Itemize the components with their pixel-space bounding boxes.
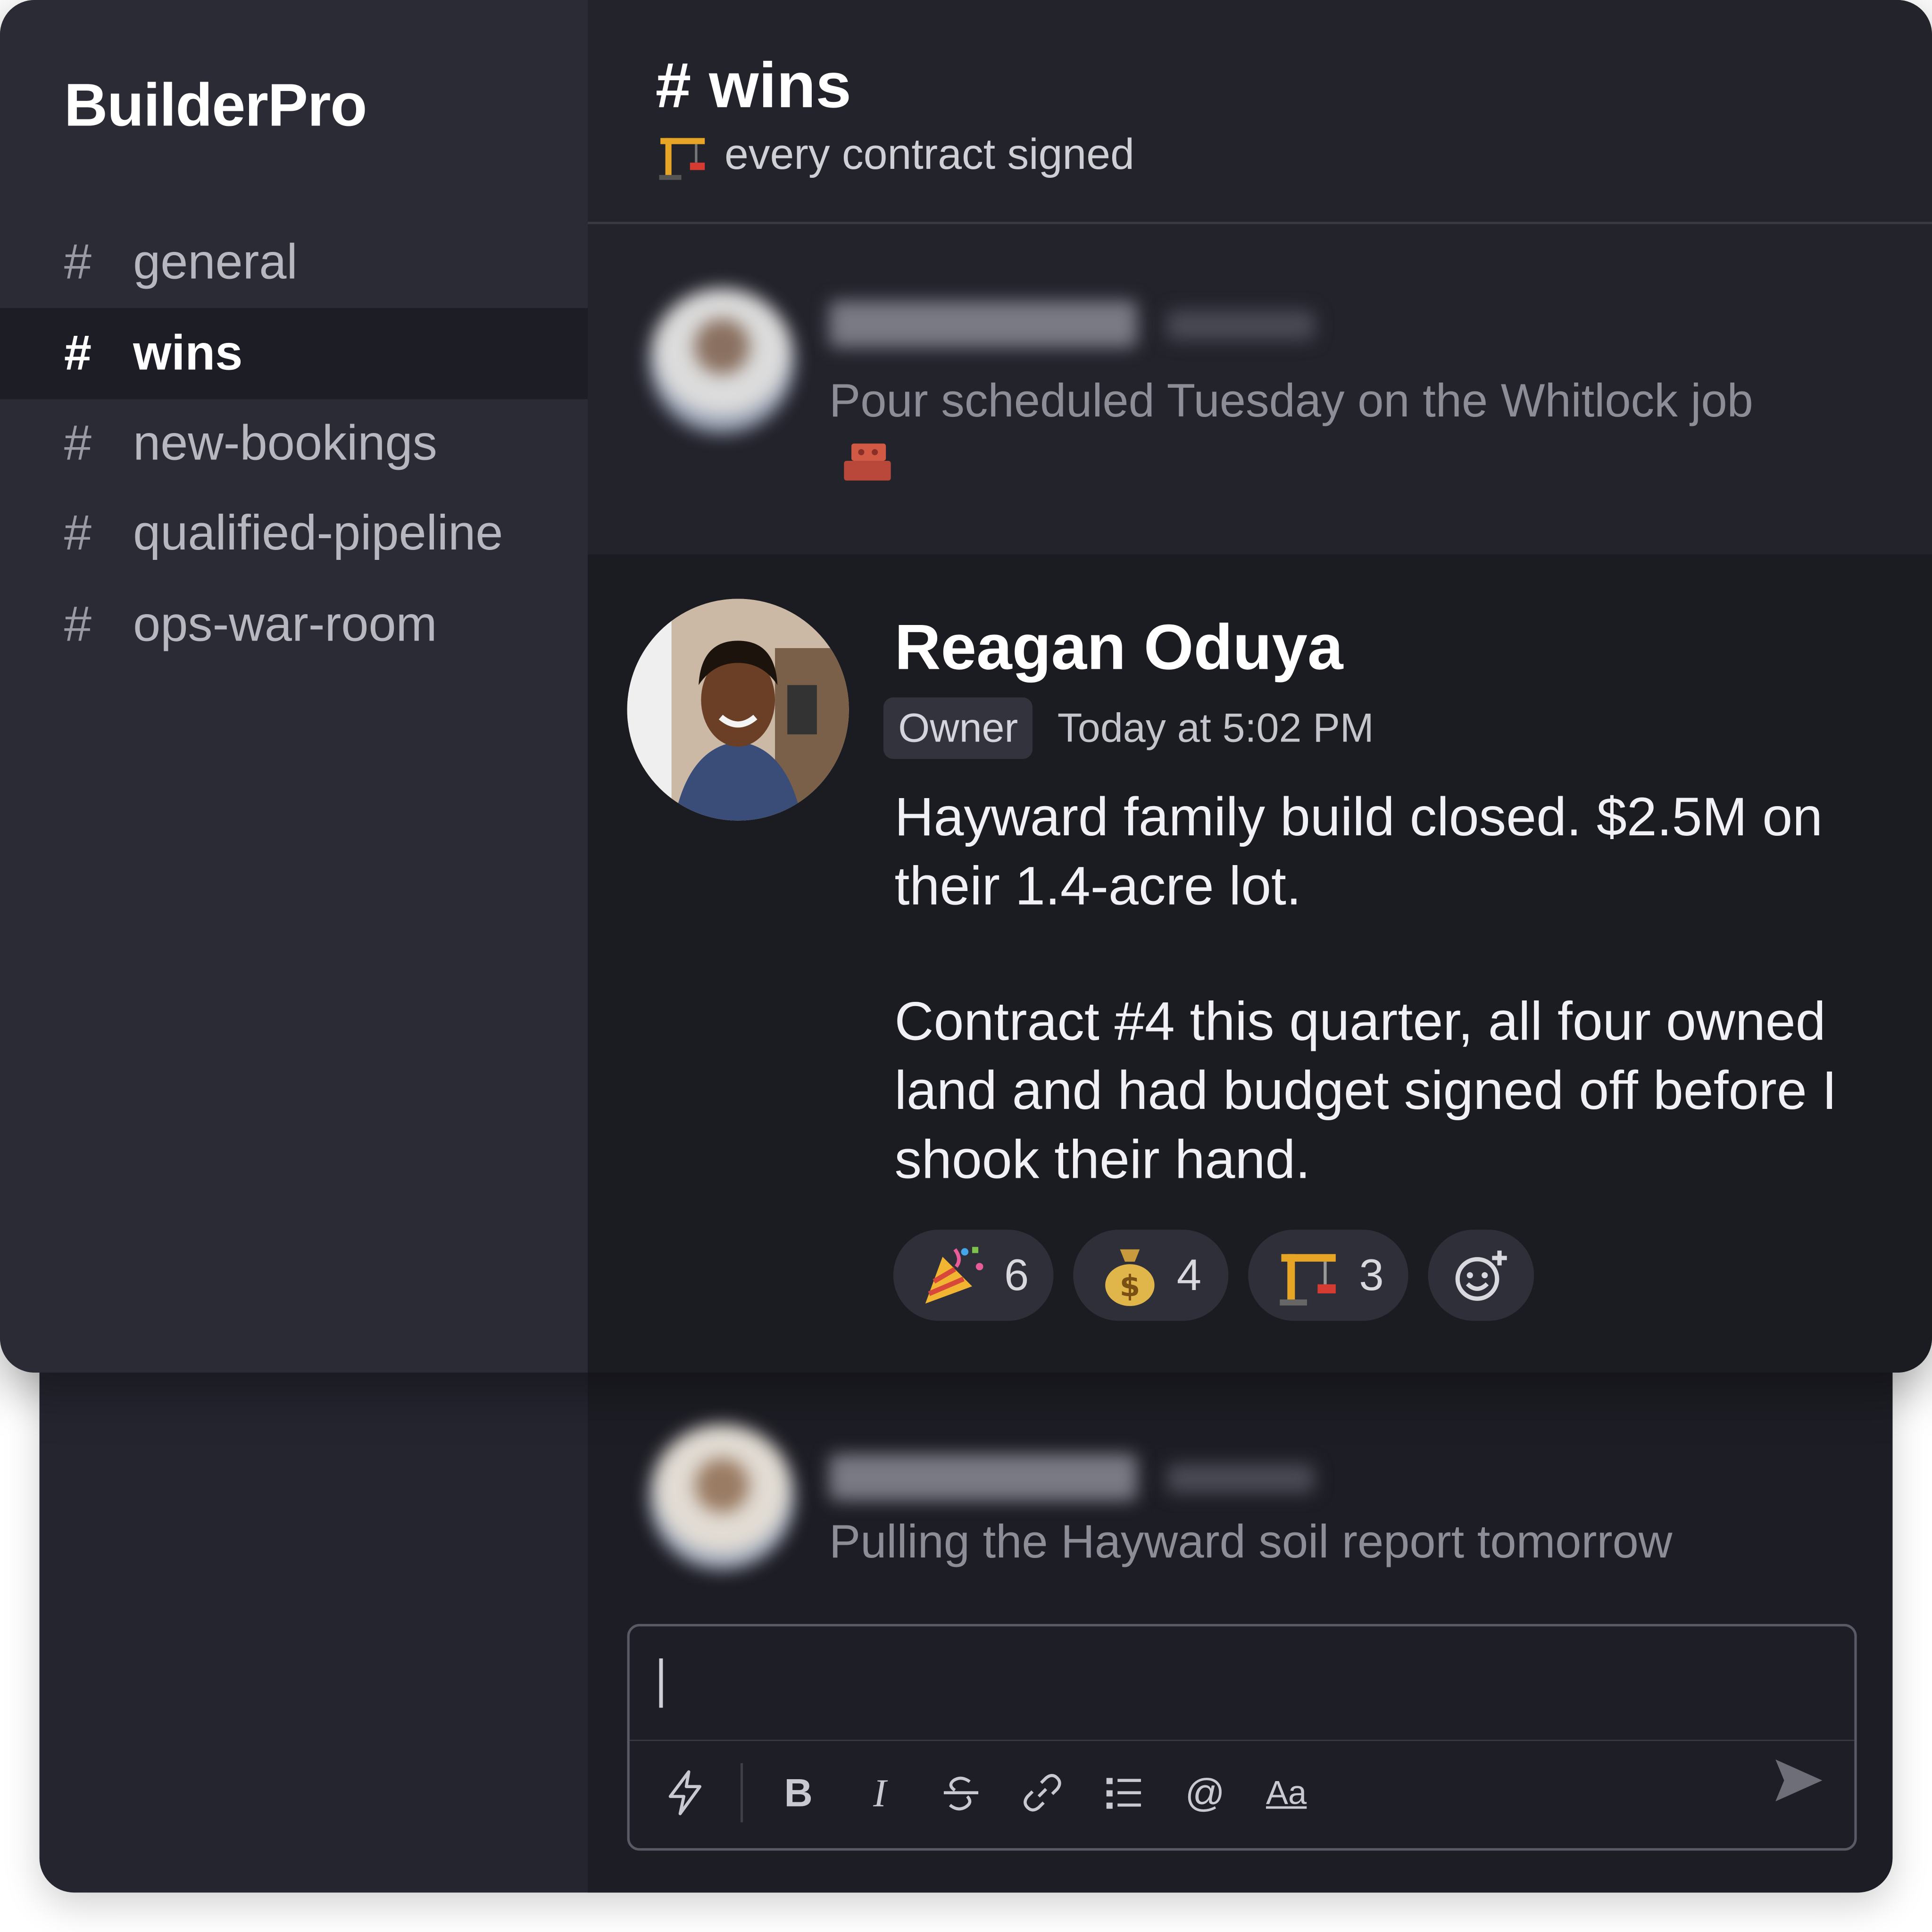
strikethrough-icon	[943, 1776, 979, 1811]
message-paragraph: Hayward family build closed. $2.5M on th…	[894, 787, 1823, 917]
link-button[interactable]	[1002, 1756, 1083, 1830]
shortcuts-button[interactable]	[644, 1756, 725, 1830]
channel-topic-text: every contract signed	[724, 130, 1134, 179]
reaction-party[interactable]: 6	[893, 1229, 1054, 1321]
message-text: Pulling the Hayward soil report tomorrow	[829, 1516, 1673, 1569]
message-input[interactable]	[629, 1626, 1855, 1741]
author-name[interactable]: Reagan Oduya	[894, 611, 1343, 685]
sidebar-item-general[interactable]: # general	[0, 217, 588, 308]
avatar[interactable]	[627, 599, 849, 821]
money-bag-icon: $	[1105, 1249, 1155, 1306]
workspace-name: BuilderPro	[64, 73, 367, 140]
bold-icon: B	[784, 1770, 813, 1815]
add-emoji-icon	[1455, 1250, 1507, 1301]
reaction-crane[interactable]: 3	[1248, 1229, 1408, 1321]
hash-icon: #	[64, 416, 92, 470]
sidebar-item-new-bookings[interactable]: # new-bookings	[0, 398, 588, 489]
author-name-blurred	[829, 300, 1138, 348]
timestamp-blurred	[1166, 1464, 1315, 1493]
toolbar-divider	[740, 1763, 743, 1823]
message-composer: B I @ Aa	[627, 1624, 1857, 1851]
numbered-list-icon	[1106, 1778, 1141, 1809]
avatar	[649, 288, 795, 434]
hash-icon: #	[64, 506, 92, 560]
text-format-icon: Aa	[1266, 1774, 1307, 1811]
role-badge: Owner	[883, 697, 1033, 759]
message-paragraph: Contract #4 this quarter, all four owned…	[894, 991, 1837, 1191]
sidebar-item-label: ops-war-room	[133, 597, 437, 651]
reactions-bar: 6 $ 4 3	[893, 1229, 1534, 1321]
reaction-count: 3	[1359, 1249, 1384, 1300]
author-name-blurred	[829, 1454, 1138, 1501]
sidebar-item-qualified-pipeline[interactable]: # qualified-pipeline	[0, 488, 588, 579]
avatar-photo	[627, 599, 849, 821]
featured-message: Reagan Oduya Owner Today at 5:02 PM Hayw…	[588, 554, 1932, 1373]
construction-crane-icon	[1280, 1254, 1336, 1306]
channel-view: # wins every contract signed Pour schedu…	[588, 0, 1932, 1373]
italic-icon: I	[873, 1770, 887, 1815]
bold-button[interactable]: B	[758, 1756, 839, 1830]
sidebar-item-label: qualified-pipeline	[133, 506, 503, 560]
mention-button[interactable]: @	[1165, 1756, 1246, 1830]
hash-icon: #	[64, 597, 92, 651]
sidebar-item-wins[interactable]: # wins	[0, 308, 588, 400]
hash-icon: #	[64, 234, 92, 289]
sidebar-item-label: wins	[133, 325, 243, 380]
link-icon	[1024, 1774, 1061, 1812]
construction-crane-icon	[659, 138, 705, 180]
add-reaction-button[interactable]	[1428, 1229, 1534, 1321]
mention-icon: @	[1185, 1770, 1225, 1815]
brick-icon	[844, 443, 891, 481]
avatar	[649, 1424, 795, 1570]
numbered-list-button[interactable]	[1083, 1756, 1164, 1830]
sidebar: BuilderPro # general # wins # new-bookin…	[0, 0, 588, 1373]
send-button[interactable]	[1773, 1756, 1825, 1811]
app-window: BuilderPro # general # wins # new-bookin…	[0, 0, 1932, 1373]
channel-title: # wins	[655, 50, 851, 122]
italic-button[interactable]: I	[839, 1756, 920, 1830]
sidebar-item-ops-war-room[interactable]: # ops-war-room	[0, 579, 588, 670]
message-text: Pour scheduled Tuesday on the Whitlock j…	[829, 375, 1753, 428]
message-body: Pour scheduled Tuesday on the Whitlock j…	[829, 370, 1765, 498]
text-format-button[interactable]: Aa	[1246, 1756, 1327, 1830]
composer-toolbar: B I @ Aa	[630, 1740, 1855, 1846]
message-body: Hayward family build closed. $2.5M on th…	[894, 783, 1856, 1195]
sidebar-item-label: general	[133, 234, 298, 289]
party-popper-icon	[925, 1247, 983, 1304]
reaction-count: 6	[1004, 1249, 1029, 1300]
message-timestamp[interactable]: Today at 5:02 PM	[1058, 705, 1374, 751]
reaction-money[interactable]: $ 4	[1073, 1229, 1229, 1321]
channel-topic: every contract signed	[656, 128, 1134, 183]
send-icon	[1775, 1759, 1823, 1802]
strikethrough-button[interactable]	[920, 1756, 1001, 1830]
lightning-icon	[668, 1770, 701, 1815]
previous-message: Pour scheduled Tuesday on the Whitlock j…	[588, 224, 1932, 555]
text-caret	[659, 1658, 663, 1708]
message-meta: Owner Today at 5:02 PM	[883, 697, 1374, 759]
lower-window-area: Pulling the Hayward soil report tomorrow…	[588, 1373, 1892, 1892]
reaction-count: 4	[1176, 1249, 1202, 1300]
timestamp-blurred	[1166, 310, 1315, 340]
next-message: Pulling the Hayward soil report tomorrow	[588, 1397, 1892, 1619]
hash-icon: #	[64, 325, 92, 380]
svg-text:$: $	[1120, 1269, 1141, 1303]
sidebar-item-label: new-bookings	[133, 416, 437, 470]
channel-header: # wins every contract signed	[588, 0, 1932, 225]
